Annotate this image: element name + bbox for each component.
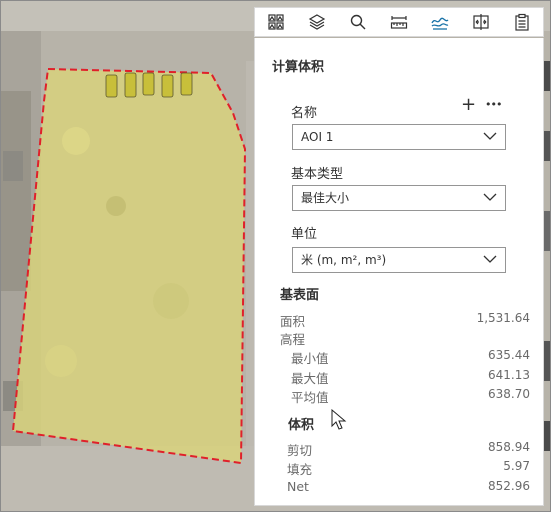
avg-row: 平均值 638.70 — [291, 387, 530, 405]
chevron-down-icon — [483, 255, 497, 263]
layers-icon — [308, 14, 325, 30]
app-window: 计算体积 名称 + ••• AOI 1 基本类型 最佳大小 单位 米 (m, m… — [0, 0, 551, 512]
search-icon — [350, 14, 366, 30]
area-label: 面积 — [280, 314, 306, 329]
chevron-down-icon — [483, 193, 497, 201]
fill-value: 5.97 — [503, 459, 530, 473]
base-surface-title: 基表面 — [280, 288, 320, 303]
elevation-profile-button[interactable] — [419, 8, 461, 36]
chevron-down-icon — [483, 132, 497, 140]
name-select-value: AOI 1 — [301, 130, 334, 144]
min-label: 最小值 — [291, 351, 329, 366]
cut-row: 剪切 858.94 — [287, 440, 530, 458]
max-label: 最大值 — [291, 371, 329, 386]
name-select[interactable]: AOI 1 — [292, 124, 506, 150]
unit-select-value: 米 (m, m², m³) — [301, 253, 387, 267]
measure-distance-icon — [390, 16, 408, 29]
area-row: 面积 1,531.64 — [280, 311, 530, 329]
net-value: 852.96 — [488, 479, 530, 493]
volume-panel: 计算体积 名称 + ••• AOI 1 基本类型 最佳大小 单位 米 (m, m… — [254, 38, 544, 506]
search-button[interactable] — [337, 8, 378, 36]
avg-value: 638.70 — [488, 387, 530, 401]
elevation-row: 高程 — [280, 329, 530, 347]
swipe-compare-button[interactable] — [461, 8, 502, 36]
clipboard-icon — [515, 13, 530, 31]
base-type-select[interactable]: 最佳大小 — [292, 185, 506, 211]
avg-label: 平均值 — [291, 390, 329, 405]
unit-label: 单位 — [291, 227, 318, 242]
min-value: 635.44 — [488, 348, 530, 362]
area-value: 1,531.64 — [476, 311, 530, 325]
widget-toolbar — [254, 7, 544, 37]
unit-select[interactable]: 米 (m, m², m³) — [292, 247, 506, 273]
mouse-pointer-icon — [331, 409, 347, 430]
max-row: 最大值 641.13 — [291, 368, 530, 386]
fill-row: 填充 5.97 — [287, 459, 530, 477]
fill-label: 填充 — [287, 462, 313, 477]
min-row: 最小值 635.44 — [291, 348, 530, 366]
more-options-button[interactable]: ••• — [485, 99, 502, 110]
base-type-select-value: 最佳大小 — [301, 191, 350, 205]
elevation-label: 高程 — [280, 332, 306, 347]
basemap-gallery-icon — [267, 14, 284, 30]
clipboard-button[interactable] — [502, 8, 543, 36]
volume-title: 体积 — [288, 418, 315, 433]
layers-button[interactable] — [296, 8, 337, 36]
base-type-label: 基本类型 — [291, 167, 344, 182]
net-label: Net — [287, 479, 309, 494]
cut-value: 858.94 — [488, 440, 530, 454]
measure-distance-button[interactable] — [378, 8, 419, 36]
net-row: Net 852.96 — [287, 479, 530, 497]
elevation-profile-icon — [431, 17, 449, 30]
basemap-gallery-button[interactable] — [255, 8, 296, 36]
name-label: 名称 — [291, 106, 318, 121]
panel-title: 计算体积 — [272, 60, 325, 75]
cut-label: 剪切 — [287, 443, 313, 458]
swipe-compare-icon — [473, 14, 489, 30]
add-aoi-button[interactable]: + — [461, 96, 476, 114]
max-value: 641.13 — [488, 368, 530, 382]
